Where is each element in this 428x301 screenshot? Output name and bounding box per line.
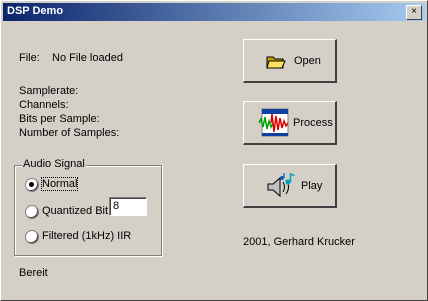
close-button[interactable]: × — [406, 5, 422, 20]
folder-open-icon — [266, 56, 286, 69]
close-icon: × — [411, 6, 417, 17]
radio-quantized-bit[interactable] — [25, 205, 39, 219]
waveform-icon — [258, 108, 289, 137]
title-bar[interactable]: DSP Demo × — [3, 3, 425, 21]
window-title: DSP Demo — [7, 5, 64, 17]
play-button[interactable]: Play — [243, 164, 337, 208]
quantized-bits-input[interactable]: 8 — [109, 197, 147, 216]
channels-label: Channels: — [19, 99, 69, 111]
number-of-samples-label: Number of Samples: — [19, 127, 120, 139]
radio-quantized-bit-label[interactable]: Quantized Bit — [42, 205, 108, 217]
radio-filtered-iir[interactable] — [25, 230, 39, 244]
radio-normal[interactable] — [25, 178, 39, 192]
process-button-label: Process — [293, 117, 333, 129]
audio-signal-title: Audio Signal — [22, 158, 86, 170]
radio-normal-label[interactable]: Normal — [40, 177, 79, 191]
main-window: DSP Demo × File: No File loaded Samplera… — [0, 0, 428, 301]
play-button-label: Play — [301, 180, 323, 192]
samplerate-label: Samplerate: — [19, 85, 79, 97]
credit-text: 2001, Gerhard Krucker — [243, 236, 355, 248]
bits-per-sample-label: Bits per Sample: — [19, 113, 100, 125]
file-label: File: — [19, 52, 40, 64]
open-button[interactable]: Open — [243, 39, 337, 83]
speaker-icon — [267, 172, 295, 198]
process-button[interactable]: Process — [243, 101, 337, 145]
radio-filtered-iir-label[interactable]: Filtered (1kHz) IIR — [42, 230, 131, 242]
open-button-label: Open — [294, 55, 321, 67]
status-text: Bereit — [19, 267, 48, 279]
audio-signal-group: Audio Signal Normal Quantized Bit 8 Filt… — [14, 158, 162, 256]
file-value: No File loaded — [52, 52, 123, 64]
radio-selected-dot — [29, 182, 34, 187]
